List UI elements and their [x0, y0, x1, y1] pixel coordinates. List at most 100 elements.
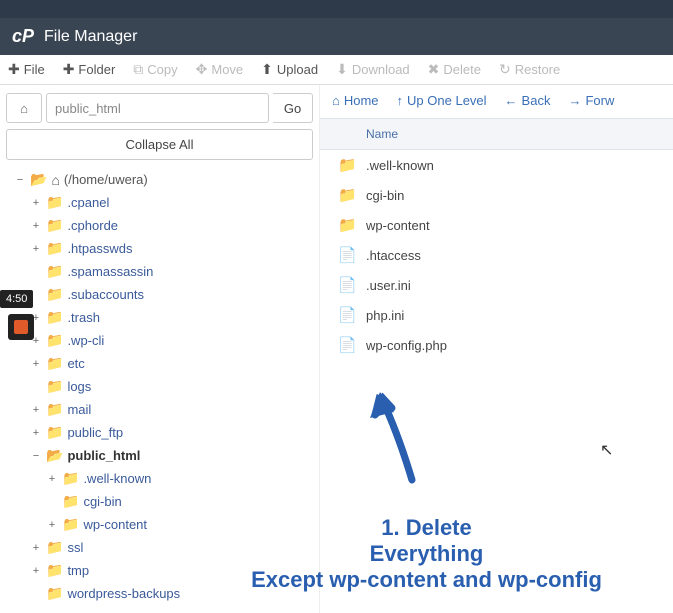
- tree-label: .cphorde: [67, 218, 118, 233]
- expand-toggle[interactable]: +: [30, 427, 42, 439]
- file-name: .htaccess: [366, 248, 421, 263]
- expand-toggle[interactable]: +: [46, 519, 58, 531]
- expand-toggle[interactable]: +: [30, 197, 42, 209]
- left-pane: ⌂ Go Collapse All − 📂 ⌂ (/home/uwera) +📁…: [0, 85, 320, 613]
- copy-button[interactable]: ⧉Copy: [133, 61, 177, 78]
- folder-icon: 📁: [338, 216, 356, 234]
- new-folder-button[interactable]: ✚Folder: [63, 61, 116, 78]
- tree-item[interactable]: 📁.spamassassin: [14, 260, 313, 283]
- table-header-name[interactable]: Name: [320, 118, 673, 150]
- app-header: cP File Manager: [0, 18, 673, 55]
- restore-icon: ↻: [499, 61, 511, 78]
- tree-item[interactable]: +📁.well-known: [14, 467, 313, 490]
- toolbar-label: Move: [211, 62, 243, 77]
- file-icon: 📄: [338, 246, 356, 264]
- toolbar-label: Restore: [515, 62, 561, 77]
- video-timestamp: 4:50: [0, 290, 33, 308]
- nav-home[interactable]: ⌂Home: [332, 93, 379, 108]
- folder-icon: 📁: [46, 217, 63, 234]
- tree-label: cgi-bin: [83, 494, 121, 509]
- folder-icon: 📁: [338, 156, 356, 174]
- record-icon: [14, 320, 28, 334]
- tree-label: .htpasswds: [67, 241, 132, 256]
- nav-label: Up One Level: [407, 93, 487, 108]
- tree-item[interactable]: +📁wp-content: [14, 513, 313, 536]
- home-icon: ⌂: [20, 101, 28, 116]
- nav-back[interactable]: ← Back: [505, 93, 551, 108]
- expand-toggle[interactable]: +: [30, 243, 42, 255]
- folder-icon: 📁: [46, 355, 63, 372]
- tree-label: .subaccounts: [67, 287, 144, 302]
- delete-icon: ✖: [428, 61, 440, 78]
- file-row[interactable]: 📁cgi-bin: [320, 180, 673, 210]
- new-file-button[interactable]: ✚File: [8, 61, 45, 78]
- expand-toggle[interactable]: −: [30, 450, 42, 462]
- tree-item[interactable]: +📁mail: [14, 398, 313, 421]
- file-row[interactable]: 📄wp-config.php: [320, 330, 673, 360]
- copy-icon: ⧉: [133, 61, 143, 78]
- folder-icon: 📁: [46, 240, 63, 257]
- plus-icon: ✚: [63, 61, 75, 78]
- tree-item[interactable]: +📁tmp: [14, 559, 313, 582]
- tree-root[interactable]: − 📂 ⌂ (/home/uwera): [14, 168, 313, 191]
- collapse-all-button[interactable]: Collapse All: [6, 129, 313, 160]
- nav-label: Home: [344, 93, 379, 108]
- expand-toggle[interactable]: +: [30, 358, 42, 370]
- file-row[interactable]: 📄 .htaccess: [320, 240, 673, 270]
- toolbar-label: Upload: [277, 62, 318, 77]
- nav-forward[interactable]: →Forw: [568, 93, 614, 108]
- file-row[interactable]: 📁 wp-content: [320, 210, 673, 240]
- tree-item[interactable]: 📁cgi-bin: [14, 490, 313, 513]
- tree-item[interactable]: +📁public_ftp: [14, 421, 313, 444]
- expand-toggle[interactable]: +: [30, 220, 42, 232]
- cpanel-logo: cP: [12, 26, 34, 47]
- tree-item[interactable]: +📁.trash: [14, 306, 313, 329]
- expand-toggle[interactable]: +: [30, 565, 42, 577]
- tree-label: wp-content: [83, 517, 147, 532]
- tree-label: mail: [67, 402, 91, 417]
- expand-toggle[interactable]: +: [30, 542, 42, 554]
- tree-item[interactable]: + 📁 .htpasswds: [14, 237, 313, 260]
- restore-button[interactable]: ↻ Restore: [499, 61, 560, 78]
- tree-label: public_html: [67, 448, 140, 463]
- file-icon: 📄: [338, 336, 356, 354]
- download-button[interactable]: ⬇Download: [336, 61, 410, 78]
- collapse-toggle[interactable]: −: [14, 174, 26, 186]
- upload-icon: ⬆: [261, 61, 273, 78]
- address-home-button[interactable]: ⌂: [6, 93, 42, 123]
- file-name: cgi-bin: [366, 188, 404, 203]
- tree-item[interactable]: 📁logs: [14, 375, 313, 398]
- tree-item[interactable]: +📁etc: [14, 352, 313, 375]
- nav-label: Back: [522, 93, 551, 108]
- file-row[interactable]: 📁.well-known: [320, 150, 673, 180]
- main-content: ⌂ Go Collapse All − 📂 ⌂ (/home/uwera) +📁…: [0, 85, 673, 613]
- home-icon: ⌂: [51, 172, 59, 188]
- file-row[interactable]: 📄php.ini: [320, 300, 673, 330]
- upload-button[interactable]: ⬆ Upload: [261, 61, 318, 78]
- address-bar: ⌂ Go: [6, 93, 313, 123]
- tree-item[interactable]: +📁.cpanel: [14, 191, 313, 214]
- delete-button[interactable]: ✖Delete: [428, 61, 481, 78]
- nav-up[interactable]: ↑Up One Level: [397, 93, 487, 108]
- go-button[interactable]: Go: [273, 93, 313, 123]
- file-name: wp-content: [366, 218, 430, 233]
- folder-open-icon: 📂: [46, 447, 63, 464]
- folder-open-icon: 📂: [30, 171, 47, 188]
- expand-toggle[interactable]: +: [30, 404, 42, 416]
- tree-item[interactable]: 📁wordpress-backups: [14, 582, 313, 605]
- tree-item[interactable]: −📂 public_html: [14, 444, 313, 467]
- tree-item[interactable]: +📁ssl: [14, 536, 313, 559]
- back-arrow-icon: ←: [505, 93, 518, 108]
- expand-toggle[interactable]: +: [46, 473, 58, 485]
- folder-icon: 📁: [46, 539, 63, 556]
- tree-item[interactable]: + 📁 .cphorde: [14, 214, 313, 237]
- file-row[interactable]: 📄.user.ini: [320, 270, 673, 300]
- move-icon: ✥: [196, 61, 208, 78]
- folder-tree: − 📂 ⌂ (/home/uwera) +📁.cpanel+📁.cphorde+…: [6, 168, 313, 605]
- move-button[interactable]: ✥Move: [196, 61, 244, 78]
- tree-item[interactable]: +📁.wp-cli: [14, 329, 313, 352]
- tree-label: wordpress-backups: [67, 586, 180, 601]
- tree-item[interactable]: 📁.subaccounts: [14, 283, 313, 306]
- file-name: .user.ini: [366, 278, 411, 293]
- address-input[interactable]: [46, 93, 269, 123]
